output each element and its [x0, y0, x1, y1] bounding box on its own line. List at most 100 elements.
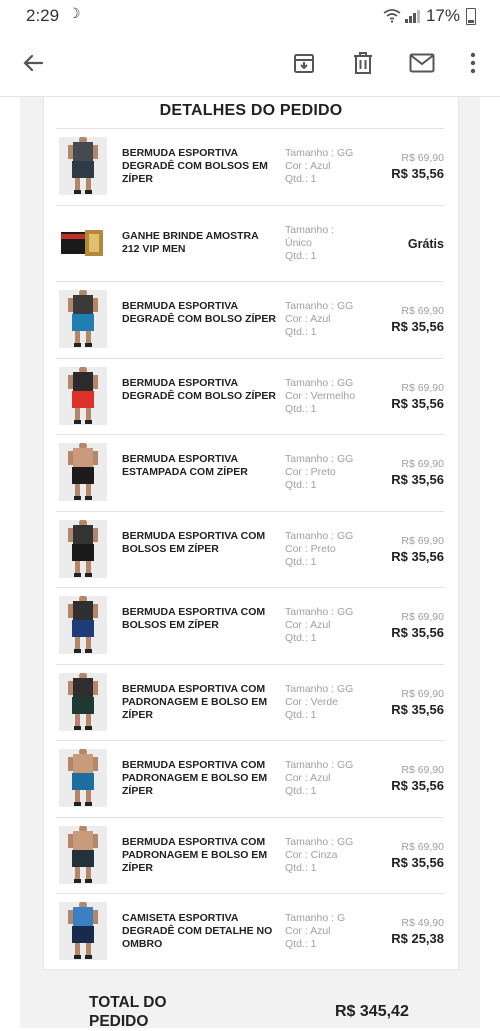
- product-image-perfume[interactable]: [59, 213, 107, 272]
- product-image[interactable]: [59, 672, 107, 731]
- product-name[interactable]: BERMUDA ESPORTIVA COM PADRONAGEM E BOLSO…: [122, 683, 277, 722]
- product-name[interactable]: BERMUDA ESPORTIVA DEGRADÊ COM BOLSO ZÍPE…: [122, 377, 277, 403]
- spec-size: Tamanho : GG: [285, 376, 354, 389]
- status-bar: 2:29 ☽ 17%: [0, 0, 500, 32]
- spec-color: Cor : Azul: [285, 772, 331, 784]
- sale-price: R$ 35,56: [391, 854, 444, 870]
- product-specs: Tamanho : GG Cor : Preto Qtd.: 1: [285, 453, 375, 492]
- app-bar: [0, 32, 500, 97]
- order-item-row: BERMUDA ESPORTIVA COM PADRONAGEM E BOLSO…: [56, 663, 444, 741]
- spec-qty: Qtd.: 1: [285, 708, 317, 721]
- spec-size: Tamanho : GG: [285, 453, 354, 465]
- old-price: R$ 69,90: [401, 381, 444, 394]
- product-specs: Tamanho : GG Cor : Cinza Qtd.: 1: [285, 836, 375, 875]
- spec-size: Tamanho : GG: [285, 300, 354, 312]
- product-name[interactable]: BERMUDA ESPORTIVA COM PADRONAGEM E BOLSO…: [122, 759, 277, 798]
- spec-size: Tamanho : GG: [285, 529, 354, 542]
- product-name[interactable]: BERMUDA ESPORTIVA ESTAMPADA COM ZÍPER: [122, 453, 277, 479]
- old-price: R$ 69,90: [401, 611, 444, 623]
- product-image[interactable]: [59, 366, 107, 425]
- product-specs: Tamanho : GG Cor : Preto Qtd.: 1: [285, 530, 375, 569]
- spec-size: Tamanho : GG: [285, 147, 354, 159]
- product-specs: Tamanho : Único Qtd.: 1: [285, 224, 375, 263]
- order-item-row: BERMUDA ESPORTIVA COM PADRONAGEM E BOLSO…: [56, 740, 444, 817]
- product-image[interactable]: [59, 596, 107, 654]
- spec-color: Cor : Preto: [285, 542, 336, 555]
- old-price: R$ 69,90: [401, 305, 444, 317]
- product-name[interactable]: BERMUDA ESPORTIVA COM PADRONAGEM E BOLSO…: [122, 836, 277, 875]
- product-image[interactable]: [59, 825, 107, 884]
- product-name[interactable]: BERMUDA ESPORTIVA COM BOLSOS EM ZÍPER: [122, 606, 277, 632]
- sale-price: R$ 35,56: [391, 701, 444, 717]
- product-image[interactable]: [59, 443, 107, 501]
- product-specs: Tamanho : GG Cor : Azul Qtd.: 1: [285, 300, 375, 339]
- battery-percent: 17%: [425, 6, 460, 25]
- sale-price: R$ 35,56: [391, 166, 444, 181]
- sale-price: R$ 35,56: [391, 319, 444, 334]
- sale-price: R$ 35,56: [391, 778, 444, 793]
- old-price: R$ 69,90: [401, 534, 444, 547]
- spec-qty: Qtd.: 1: [285, 173, 317, 185]
- old-price: R$ 69,90: [401, 764, 444, 776]
- signal-icon: [404, 9, 420, 23]
- product-specs: Tamanho : GG Cor : Vermelho Qtd.: 1: [285, 377, 375, 416]
- product-name[interactable]: GANHE BRINDE AMOSTRA 212 VIP MEN: [122, 230, 277, 256]
- spec-qty: Qtd.: 1: [285, 785, 317, 797]
- order-item-row: BERMUDA ESPORTIVA COM BOLSOS EM ZÍPER Tam…: [56, 587, 444, 664]
- product-image[interactable]: [59, 749, 107, 807]
- order-item-row: BERMUDA ESPORTIVA DEGRADÊ COM BOLSO ZÍPE…: [56, 357, 444, 435]
- spec-color: Cor : Cinza: [285, 848, 338, 861]
- product-name[interactable]: BERMUDA ESPORTIVA DEGRADÊ COM BOLSO ZÍPE…: [122, 300, 277, 326]
- spec-color: Cor : Verde: [285, 695, 339, 708]
- product-image[interactable]: [59, 137, 107, 195]
- spec-qty: Qtd.: 1: [285, 555, 317, 568]
- old-price: R$ 69,90: [401, 687, 444, 700]
- spec-qty: Qtd.: 1: [285, 938, 317, 950]
- more-vert-icon[interactable]: [458, 48, 488, 78]
- wifi-icon: [383, 9, 401, 23]
- spec-color: Cor : Vermelho: [285, 389, 356, 402]
- spec-color: Cor : Azul: [285, 313, 331, 325]
- order-details-title: DETALHES DO PEDIDO: [159, 102, 343, 119]
- product-specs: Tamanho : GG Cor : Azul Qtd.: 1: [285, 606, 375, 645]
- order-item-row: CAMISETA ESPORTIVA DEGRADÊ COM DETALHE N…: [56, 893, 444, 970]
- status-time: 2:29: [26, 6, 60, 25]
- spec-size: Tamanho : GG: [285, 759, 354, 771]
- spec-color: Cor : Preto: [285, 466, 336, 478]
- product-image[interactable]: [59, 902, 107, 960]
- back-arrow-icon[interactable]: [18, 48, 48, 78]
- order-item-row: BERMUDA ESPORTIVA DEGRADÊ COM BOLSO ZÍPE…: [56, 281, 444, 358]
- product-image[interactable]: [59, 290, 107, 348]
- order-item-row: BERMUDA ESPORTIVA ESTAMPADA COM ZÍPER Tam…: [56, 434, 444, 511]
- spec-qty: Qtd.: 1: [285, 402, 317, 415]
- free-price: Grátis: [407, 236, 444, 251]
- spec-size: Tamanho : GG: [285, 835, 354, 848]
- spec-size: Tamanho : Único: [285, 223, 335, 249]
- spec-size: Tamanho : GG: [285, 606, 354, 618]
- spec-qty: Qtd.: 1: [285, 249, 317, 262]
- product-name[interactable]: BERMUDA ESPORTIVA DEGRADÊ COM BOLSOS EM …: [122, 147, 277, 186]
- spec-size: Tamanho : GG: [285, 682, 354, 695]
- spec-color: Cor : Azul: [285, 160, 331, 172]
- archive-icon[interactable]: [289, 48, 319, 78]
- order-item-row: BERMUDA ESPORTIVA DEGRADÊ COM BOLSOS EM …: [56, 128, 444, 205]
- order-item-row: GANHE BRINDE AMOSTRA 212 VIP MEN Tamanho …: [56, 204, 444, 282]
- sale-price: R$ 35,56: [391, 548, 444, 564]
- product-specs: Tamanho : GG Cor : Azul Qtd.: 1: [285, 759, 375, 798]
- trash-icon[interactable]: [348, 48, 378, 78]
- mail-icon[interactable]: [407, 48, 437, 78]
- spec-qty: Qtd.: 1: [285, 326, 317, 338]
- spec-size: Tamanho : G: [285, 912, 346, 924]
- spec-color: Cor : Azul: [285, 925, 331, 937]
- total-value: R$ 345,42: [335, 1003, 409, 1020]
- product-name[interactable]: CAMISETA ESPORTIVA DEGRADÊ COM DETALHE N…: [122, 912, 277, 951]
- old-price: R$ 49,90: [401, 917, 444, 929]
- product-name[interactable]: BERMUDA ESPORTIVA COM BOLSOS EM ZÍPER: [122, 530, 277, 556]
- product-specs: Tamanho : G Cor : Azul Qtd.: 1: [285, 912, 375, 951]
- old-price: R$ 69,90: [401, 152, 444, 164]
- product-image[interactable]: [59, 519, 107, 578]
- order-item-row: BERMUDA ESPORTIVA COM PADRONAGEM E BOLSO…: [56, 816, 444, 894]
- spec-color: Cor : Azul: [285, 619, 331, 631]
- order-details-card: DETALHES DO PEDIDO BERMUDA ESPORTIVA DEG…: [43, 97, 459, 970]
- spec-qty: Qtd.: 1: [285, 861, 317, 874]
